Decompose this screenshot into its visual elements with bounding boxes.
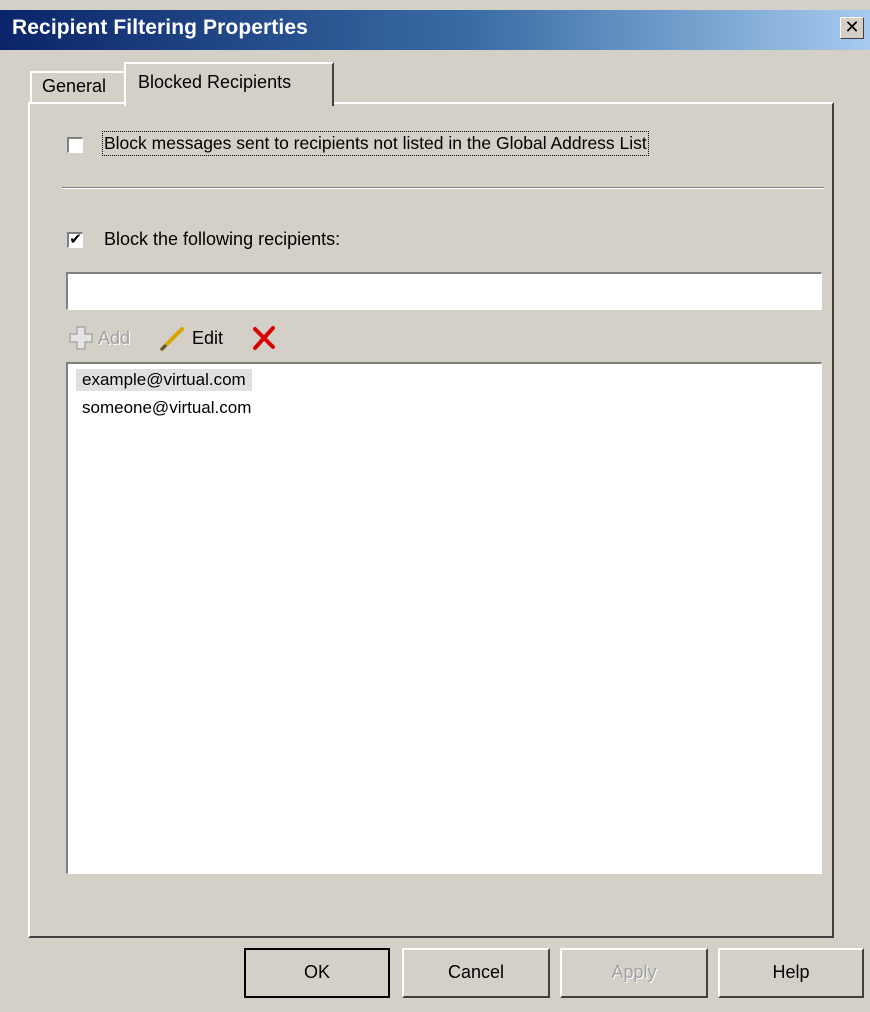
pencil-icon bbox=[160, 327, 184, 351]
tab-blocked-recipients-label: Blocked Recipients bbox=[138, 72, 292, 92]
checkmark-icon: ✔ bbox=[69, 231, 82, 248]
list-item[interactable]: someone@virtual.com bbox=[76, 397, 257, 419]
recipient-list[interactable]: example@virtual.com someone@virtual.com bbox=[66, 362, 822, 874]
window-title: Recipient Filtering Properties bbox=[12, 16, 308, 39]
block-not-in-gal-checkbox[interactable] bbox=[67, 137, 83, 153]
tab-general-label: General bbox=[42, 76, 107, 96]
edit-label: Edit bbox=[192, 327, 224, 348]
ok-button[interactable]: OK bbox=[244, 948, 390, 998]
properties-dialog: Recipient Filtering Properties ✕ General… bbox=[0, 0, 870, 1012]
add-icon bbox=[69, 326, 93, 350]
title-bar: Recipient Filtering Properties ✕ bbox=[0, 10, 870, 50]
add-button[interactable]: Add bbox=[68, 323, 130, 353]
section-divider bbox=[62, 187, 824, 189]
tab-blocked-recipients[interactable]: Blocked Recipients bbox=[124, 62, 334, 106]
delete-icon bbox=[253, 326, 275, 350]
tab-general[interactable]: General bbox=[30, 71, 126, 103]
block-following-label[interactable]: Block the following recipients: bbox=[104, 229, 340, 250]
delete-button[interactable] bbox=[250, 323, 278, 353]
close-button[interactable]: ✕ bbox=[840, 17, 864, 39]
cancel-button[interactable]: Cancel bbox=[402, 948, 550, 998]
list-item[interactable]: example@virtual.com bbox=[76, 369, 252, 391]
edit-button[interactable]: Edit bbox=[158, 323, 223, 353]
apply-button[interactable]: Apply bbox=[560, 948, 708, 998]
help-button[interactable]: Help bbox=[718, 948, 864, 998]
block-following-checkbox[interactable]: ✔ bbox=[67, 232, 83, 248]
add-label: Add bbox=[98, 327, 131, 348]
block-not-in-gal-label[interactable]: Block messages sent to recipients not li… bbox=[102, 131, 649, 156]
close-icon: ✕ bbox=[844, 17, 860, 37]
recipient-input[interactable] bbox=[66, 272, 822, 310]
